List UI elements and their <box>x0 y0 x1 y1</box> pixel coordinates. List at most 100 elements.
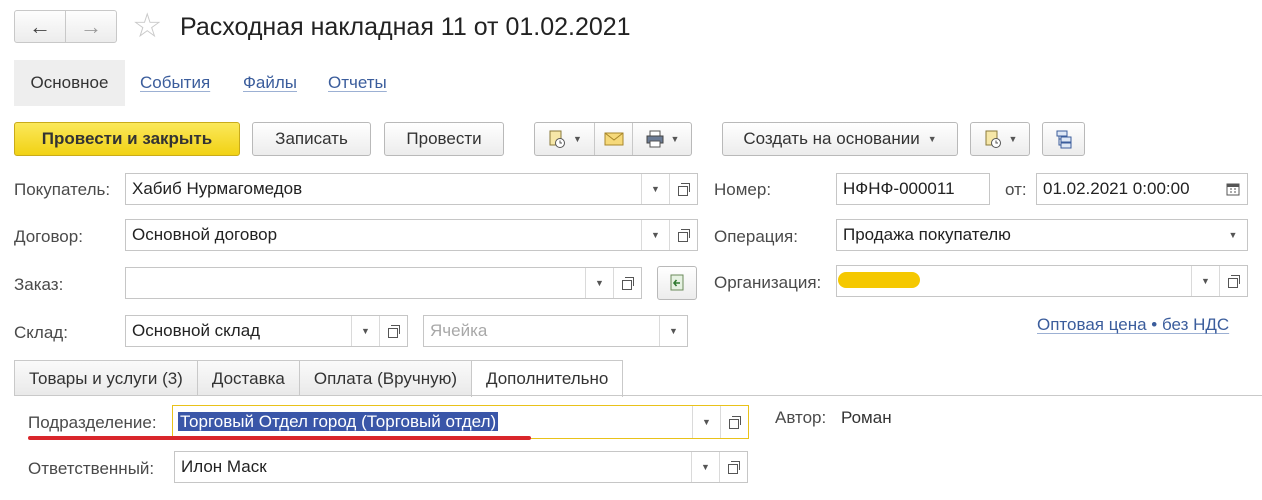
section-reports-label[interactable]: Отчеты <box>328 73 387 93</box>
contract-value[interactable]: Основной договор <box>126 225 641 245</box>
open-department-button[interactable] <box>720 406 748 438</box>
author-value: Роман <box>841 408 892 427</box>
responsible-value[interactable]: Илон Маск <box>175 457 691 477</box>
create-based-on-button[interactable]: Создать на основании ▼ <box>722 122 958 156</box>
section-files-label[interactable]: Файлы <box>243 73 297 93</box>
structure-dropdown-group: ▼ <box>970 122 1030 156</box>
chevron-down-icon[interactable]: ▼ <box>1219 220 1247 250</box>
open-buyer-button[interactable] <box>669 174 697 204</box>
warehouse-field[interactable]: Основной склад ▼ <box>125 315 408 347</box>
open-window-icon <box>1227 275 1240 288</box>
department-field[interactable]: Торговый Отдел город (Торговый отдел) ▼ <box>172 405 749 439</box>
chevron-down-icon: ▼ <box>1008 134 1018 144</box>
warehouse-label: Склад: <box>14 323 68 342</box>
post-button[interactable]: Провести <box>384 122 504 156</box>
save-button[interactable]: Записать <box>252 122 371 156</box>
tab-goods-services[interactable]: Товары и услуги (3) <box>14 360 198 396</box>
section-reports[interactable]: Отчеты <box>328 60 387 106</box>
open-window-icon <box>727 461 740 474</box>
arrow-right-icon: → <box>80 13 102 39</box>
chevron-down-icon[interactable]: ▼ <box>641 174 669 204</box>
tab-additional[interactable]: Дополнительно <box>471 360 624 397</box>
price-type-link[interactable]: Оптовая цена • без НДС <box>1037 315 1229 335</box>
chevron-down-icon[interactable]: ▼ <box>691 452 719 482</box>
chevron-down-icon[interactable]: ▼ <box>1191 266 1219 296</box>
fill-document-icon <box>670 274 684 291</box>
department-label: Подразделение: <box>28 413 157 432</box>
print-dropdown-button[interactable]: ▼ <box>633 123 691 155</box>
number-field[interactable]: НФНФ-000011 <box>836 173 990 205</box>
date-label: от: <box>1005 180 1027 199</box>
section-files[interactable]: Файлы <box>243 60 297 106</box>
author-label: Автор: <box>775 408 827 427</box>
forward-button[interactable]: → <box>65 11 116 42</box>
warehouse-value[interactable]: Основной склад <box>126 321 351 341</box>
print-toolbar-group: ▼ ▼ <box>534 122 692 156</box>
contract-field[interactable]: Основной договор ▼ <box>125 219 698 251</box>
chevron-down-icon[interactable]: ▼ <box>585 268 613 298</box>
favorite-star-icon[interactable]: ☆ <box>132 9 162 43</box>
document-clock-icon <box>985 130 1001 148</box>
chevron-down-icon: ▼ <box>573 134 582 144</box>
document-tabs: Товары и услуги (3) Доставка Оплата (Вру… <box>14 360 624 397</box>
section-events-label[interactable]: События <box>140 73 210 93</box>
annotation-underline <box>28 436 531 440</box>
open-contract-button[interactable] <box>669 220 697 250</box>
department-value: Торговый Отдел город (Торговый отдел) <box>178 412 499 431</box>
report-dropdown-button[interactable]: ▼ <box>535 123 595 155</box>
tab-delivery[interactable]: Доставка <box>196 360 300 396</box>
redaction-mark <box>838 272 920 288</box>
fill-from-order-button[interactable] <box>657 266 697 300</box>
document-title: Расходная накладная 11 от 01.02.2021 <box>180 13 631 41</box>
open-window-icon <box>728 416 741 429</box>
open-window-icon <box>677 183 690 196</box>
order-field[interactable]: ▼ <box>125 267 642 299</box>
create-based-on-label: Создать на основании <box>743 129 920 148</box>
document-clock-icon <box>549 130 566 148</box>
chevron-down-icon[interactable]: ▼ <box>351 316 379 346</box>
number-value[interactable]: НФНФ-000011 <box>837 179 989 199</box>
hierarchy-button[interactable] <box>1042 122 1085 156</box>
buyer-field[interactable]: Хабиб Нурмагомедов ▼ <box>125 173 698 205</box>
tab-divider <box>14 395 1262 396</box>
chevron-down-icon[interactable]: ▼ <box>692 406 720 438</box>
open-organization-button[interactable] <box>1219 266 1247 296</box>
post-and-close-button[interactable]: Провести и закрыть <box>14 122 240 156</box>
number-label: Номер: <box>714 180 772 199</box>
hierarchy-icon <box>1056 130 1071 149</box>
tab-payment[interactable]: Оплата (Вручную) <box>298 360 472 396</box>
chevron-down-icon[interactable]: ▼ <box>659 316 687 346</box>
nav-buttons: ← → <box>14 10 117 43</box>
calendar-icon <box>1226 183 1240 196</box>
envelope-icon <box>604 132 623 146</box>
open-window-icon <box>387 325 400 338</box>
section-main[interactable]: Основное <box>14 60 125 106</box>
calendar-button[interactable] <box>1219 174 1247 204</box>
operation-label: Операция: <box>714 227 798 246</box>
cell-field[interactable]: Ячейка ▼ <box>423 315 688 347</box>
structure-dropdown-button[interactable]: ▼ <box>971 123 1029 155</box>
date-field[interactable]: 01.02.2021 0:00:00 <box>1036 173 1248 205</box>
department-value-wrap[interactable]: Торговый Отдел город (Торговый отдел) <box>173 412 692 432</box>
buyer-value[interactable]: Хабиб Нурмагомедов <box>126 179 641 199</box>
open-order-button[interactable] <box>613 268 641 298</box>
contract-label: Договор: <box>14 227 83 246</box>
chevron-down-icon[interactable]: ▼ <box>641 220 669 250</box>
date-value[interactable]: 01.02.2021 0:00:00 <box>1037 179 1219 199</box>
organization-label: Организация: <box>714 273 822 292</box>
email-button[interactable] <box>595 123 633 155</box>
cell-placeholder[interactable]: Ячейка <box>424 321 659 341</box>
open-responsible-button[interactable] <box>719 452 747 482</box>
open-window-icon <box>677 229 690 242</box>
operation-field[interactable]: Продажа покупателю ▼ <box>836 219 1248 251</box>
back-button[interactable]: ← <box>15 11 65 42</box>
responsible-field[interactable]: Илон Маск ▼ <box>174 451 748 483</box>
responsible-label: Ответственный: <box>28 459 155 478</box>
operation-value[interactable]: Продажа покупателю <box>837 225 1219 245</box>
section-events[interactable]: События <box>140 60 210 106</box>
arrow-left-icon: ← <box>29 13 51 39</box>
open-warehouse-button[interactable] <box>379 316 407 346</box>
open-window-icon <box>621 277 634 290</box>
buyer-label: Покупатель: <box>14 180 111 199</box>
order-label: Заказ: <box>14 275 64 294</box>
